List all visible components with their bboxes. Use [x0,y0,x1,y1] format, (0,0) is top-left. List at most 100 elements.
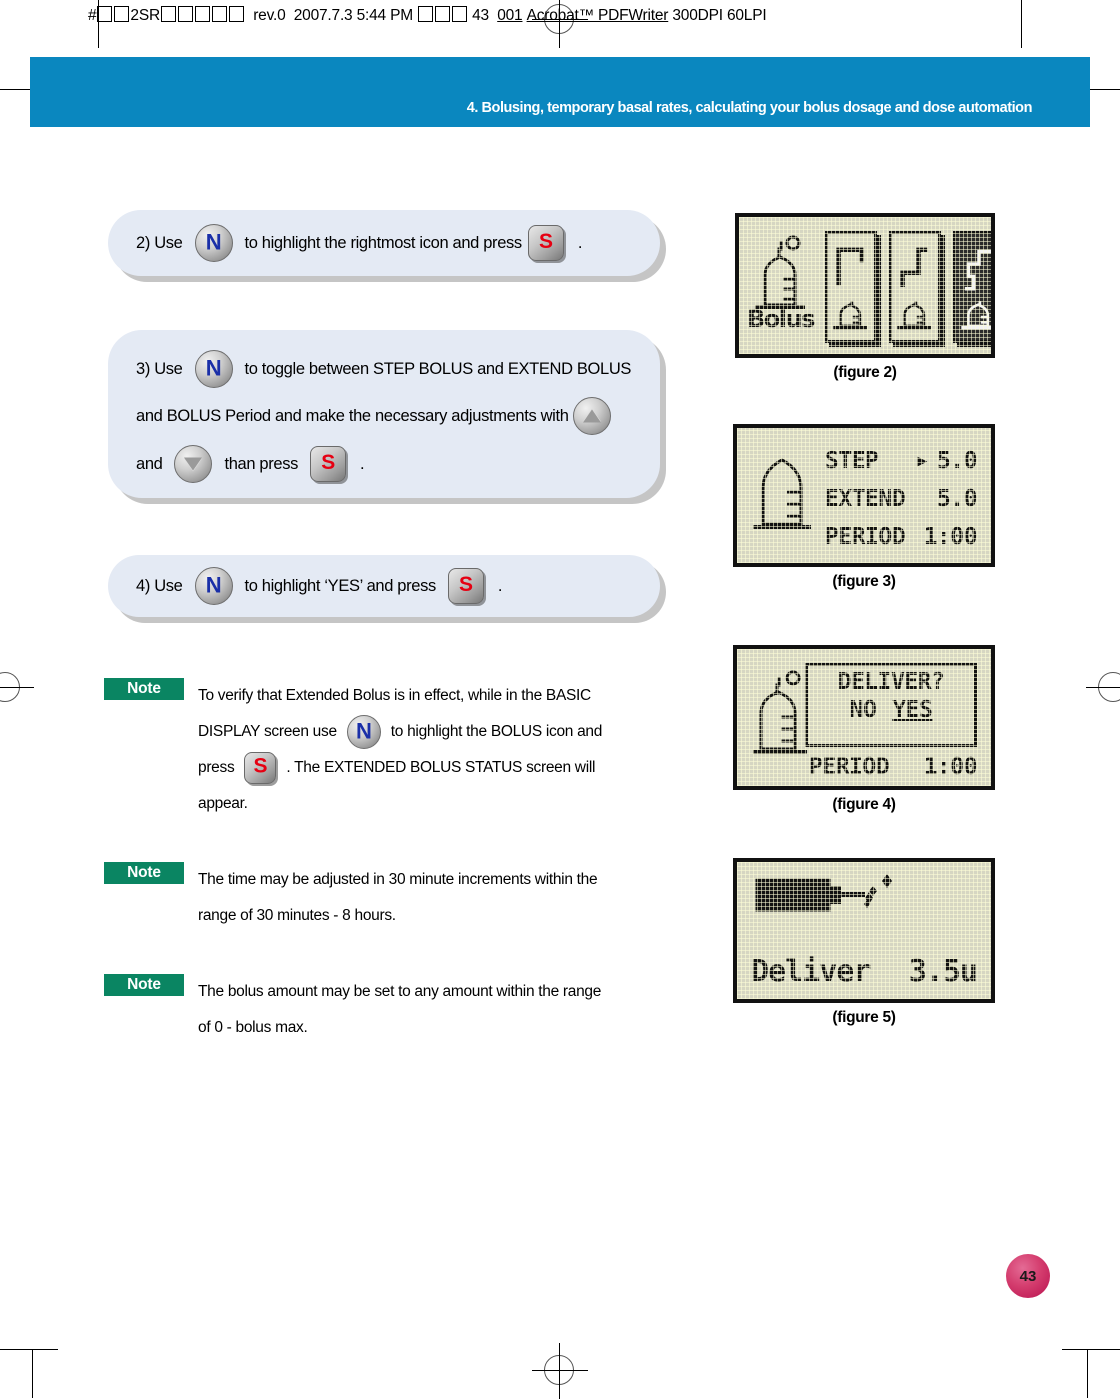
print-header-resolution: 300DPI 60LPI [672,7,767,24]
note-1-text-6: appear. [198,795,248,812]
figure-2-screen: Bolus [735,213,995,358]
registration-mark-right [1086,660,1120,716]
deliver-option-no[interactable]: NO [850,697,877,723]
figure-5: Deliver 3.5u (figure 5) [733,858,995,1027]
missing-glyph-box [177,6,193,22]
extend-bolus-icon [897,247,931,330]
crop-mark-bottom-left-h [0,1349,58,1350]
note-block-3: Note The bolus amount may be set to any … [104,974,664,1046]
missing-glyph-box [194,6,210,22]
next-button-icon[interactable] [194,224,233,262]
extend-bolus-cell[interactable] [889,231,941,343]
figure-3-caption: (figure 3) [832,573,896,590]
next-button-icon[interactable] [194,567,233,605]
note-2-text-2: range of 30 minutes - 8 hours. [198,907,396,924]
registration-mark-left [0,660,34,716]
figure-4-background-period-row: PERIOD 1:00 [809,754,978,780]
print-header-page-marker: 43 [472,7,489,24]
step-4-balloon: 4) Use to highlight ‘YES’ and press . [108,555,660,617]
figure-4: PERIOD 1:00 DELIVER? NO YES (figure 4) [733,645,995,814]
note-body-3: The bolus amount may be set to any amoun… [198,974,601,1046]
down-arrow-button-icon[interactable] [174,445,213,483]
page-number-badge: 43 [1006,1254,1050,1298]
selection-arrow-icon: ▶ [916,451,927,471]
figure-4-ghost-value: 1:00 [923,754,978,780]
figure-4-ghost-label: PERIOD [809,754,890,780]
crop-mark-bottom-right-v [1087,1350,1088,1398]
figure-3-rows: STEP ▶ 5.0 EXTEND 5.0 PERIOD 1:00 [825,442,978,556]
step-3-text-4: and [136,454,163,473]
figure-4-screen-content: PERIOD 1:00 DELIVER? NO YES [737,649,991,786]
registration-vline [559,1343,560,1399]
note-2-line-1: The time may be adjusted in 30 minute in… [198,862,598,898]
print-header-date: 2007.7.3 [293,7,353,24]
deliver-option-yes[interactable]: YES [892,697,933,723]
figure-2-screen-label: Bolus [747,305,815,333]
step-3-line-2: and BOLUS Period and make the necessary … [136,392,660,440]
figure-5-caption: (figure 5) [832,1009,896,1026]
step-4-line-1: 4) Use to highlight ‘YES’ and press . [136,567,660,605]
figure-2-screen-content: Bolus [739,217,991,354]
bolus-syringe-icon [753,458,811,529]
step-2-line-1: 2) Use to highlight the rightmost icon a… [136,224,660,262]
note-body-2: The time may be adjusted in 30 minute in… [198,862,598,934]
figure-3-step-value: 5.0 [936,448,978,474]
missing-glyph-box [211,6,227,22]
step-4-text-2: to highlight ‘YES’ and press [244,576,437,595]
crop-mark-bottom-right-h [1062,1349,1120,1350]
step-2-text-1: 2) Use [136,233,183,252]
figure-3-extend-label: EXTEND [825,486,906,512]
select-button-icon[interactable] [447,568,484,604]
step-3-line-3: and than press . [136,440,660,488]
note-2-text-1: The time may be adjusted in 30 minute in… [198,871,598,888]
next-button-icon[interactable] [346,715,381,749]
note-3-text-2: of 0 - bolus max. [198,1019,308,1036]
note-1-line-4: appear. [198,786,602,822]
deliver-confirm-dialog: DELIVER? NO YES [805,663,977,747]
deliver-prompt: DELIVER? [837,669,945,695]
step-bolus-icon [833,247,867,330]
chapter-banner: 4. Bolusing, temporary basal rates, calc… [30,57,1090,127]
registration-hline [532,1370,588,1371]
figure-3-row-period[interactable]: PERIOD 1:00 [825,518,978,556]
step-bolus-cell[interactable] [825,231,877,343]
note-1-text-3: to highlight the BOLUS icon and [390,723,603,740]
select-button-icon[interactable] [527,225,564,261]
note-1-text-1: To verify that Extended Bolus is in effe… [198,687,591,704]
missing-glyph-box [418,6,434,22]
page-title: 4. Bolusing, temporary basal rates, calc… [466,100,1033,116]
figure-5-value: 3.5u [908,954,978,989]
next-button-icon[interactable] [194,350,233,388]
note-badge: Note [104,862,184,884]
missing-glyph-box [114,6,130,22]
figure-4-screen: PERIOD 1:00 DELIVER? NO YES [733,645,995,790]
step-3-line-1: 3) Use to toggle between STEP BOLUS and … [136,346,660,392]
registration-hline [1086,687,1120,688]
up-arrow-button-icon[interactable] [572,397,611,435]
step-4-balloon-wrap: 4) Use to highlight ‘YES’ and press . [108,555,660,617]
figure-3-step-label: STEP [825,448,879,474]
note-1-line-3: press . The EXTENDED BOLUS STATUS screen… [198,750,602,786]
note-3-line-2: of 0 - bolus max. [198,1010,601,1046]
missing-glyph-box [452,6,468,22]
step-4-text-3: . [497,576,503,595]
select-button-icon[interactable] [244,752,277,784]
select-button-icon[interactable] [310,446,347,482]
figure-3-period-value: 1:00 [923,524,978,550]
figure-3-extend-value: 5.0 [936,486,978,512]
figure-2-caption: (figure 2) [833,364,897,381]
note-body-1: To verify that Extended Bolus is in effe… [198,678,602,822]
figure-4-caption: (figure 4) [832,796,896,813]
figure-3-row-step[interactable]: STEP ▶ 5.0 [825,442,978,480]
combo-bolus-cell[interactable] [953,231,991,343]
figure-3: STEP ▶ 5.0 EXTEND 5.0 PERIOD 1:00 (figur… [733,424,995,591]
print-header-hash: # [88,7,97,24]
step-3-text-2: to toggle between STEP BOLUS and EXTEND … [244,359,632,378]
note-block-1: Note To verify that Extended Bolus is in… [104,678,664,822]
step-3-text-5: than press [224,454,299,473]
figure-3-row-extend[interactable]: EXTEND 5.0 [825,480,978,518]
figure-5-screen-content: Deliver 3.5u [737,862,991,999]
registration-mark-bottom [532,1343,588,1399]
down-triangle-icon [184,457,203,471]
missing-glyph-box [160,6,176,22]
